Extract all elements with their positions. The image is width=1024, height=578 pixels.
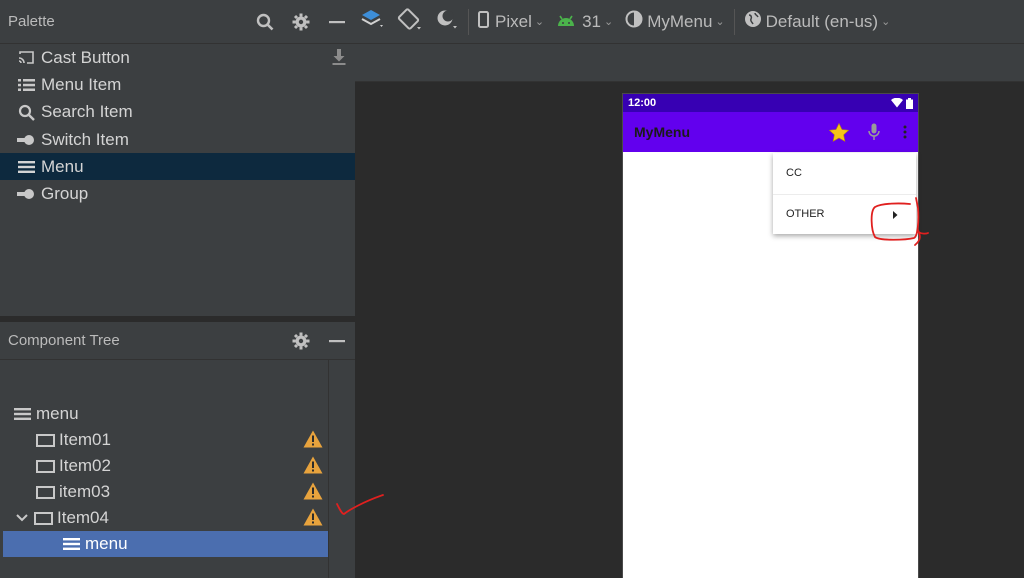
status-bar: 12:00 bbox=[623, 94, 918, 112]
palette-item-label: Search Item bbox=[41, 102, 133, 122]
phone-icon bbox=[478, 10, 489, 33]
toolbar-separator bbox=[733, 8, 735, 35]
locale-selector[interactable]: Default (en-us) ⌄ bbox=[738, 0, 897, 44]
orientation-button[interactable] bbox=[391, 0, 429, 44]
theme-label: MyMenu bbox=[647, 11, 713, 31]
rotate-icon bbox=[397, 7, 423, 36]
palette-item-cast-button[interactable]: Cast Button bbox=[0, 44, 355, 71]
search-icon bbox=[17, 103, 35, 121]
gear-icon[interactable] bbox=[283, 0, 319, 44]
theme-icon bbox=[625, 10, 643, 33]
app-title: MyMenu bbox=[634, 124, 690, 140]
chevron-down-icon: ⌄ bbox=[534, 16, 545, 28]
search-icon[interactable] bbox=[247, 0, 283, 44]
design-toolbar: Pixel ⌄ 31 ⌄ MyMenu ⌄ Default (en-us) ⌄ bbox=[355, 0, 1024, 44]
layers-icon bbox=[361, 8, 385, 35]
palette-item-group[interactable]: Group bbox=[0, 180, 355, 207]
overflow-menu-popup: CC OTHER bbox=[773, 153, 916, 234]
android-icon bbox=[556, 12, 576, 32]
item-icon bbox=[35, 482, 55, 502]
menu-icon bbox=[61, 534, 81, 554]
palette-item-label: Switch Item bbox=[41, 129, 129, 149]
menu-icon bbox=[17, 158, 35, 176]
component-tree-title: Component Tree bbox=[8, 332, 120, 349]
palette-item-label: Menu Item bbox=[41, 74, 122, 94]
night-mode-button[interactable] bbox=[429, 0, 465, 44]
device-selector[interactable]: Pixel ⌄ bbox=[472, 0, 550, 44]
palette-item-label: Menu bbox=[41, 156, 84, 176]
component-tree-panel: Component Tree menu Item01 Item02 item03… bbox=[0, 322, 355, 578]
warning-icon[interactable] bbox=[303, 430, 323, 450]
palette-list: Cast Button Menu Item Search Item Switch… bbox=[0, 44, 355, 208]
menu-item-cc[interactable]: CC bbox=[773, 153, 916, 194]
palette-item-search-item[interactable]: Search Item bbox=[0, 99, 355, 126]
list-icon bbox=[17, 76, 35, 94]
secondary-toolbar bbox=[355, 44, 1024, 82]
minimize-icon[interactable] bbox=[319, 322, 355, 360]
submenu-arrow-icon bbox=[890, 209, 900, 221]
warning-icon[interactable] bbox=[303, 456, 323, 476]
palette-header: Palette bbox=[0, 0, 355, 44]
tree-row-menu-submenu[interactable]: menu bbox=[3, 531, 328, 557]
battery-icon bbox=[906, 97, 913, 109]
cast-icon bbox=[17, 49, 35, 67]
tree-row-label: menu bbox=[85, 534, 128, 553]
status-time: 12:00 bbox=[628, 97, 657, 109]
item-icon bbox=[33, 508, 53, 528]
menu-item-label: OTHER bbox=[786, 208, 825, 221]
palette-item-switch-item[interactable]: Switch Item bbox=[0, 126, 355, 153]
item-icon bbox=[35, 430, 55, 450]
api-level-selector[interactable]: 31 ⌄ bbox=[550, 0, 619, 44]
tree-row-label: Item04 bbox=[57, 508, 109, 527]
palette-title: Palette bbox=[8, 13, 55, 30]
chevron-down-icon: ⌄ bbox=[715, 16, 725, 28]
globe-icon bbox=[744, 10, 762, 33]
palette-panel: Palette Cast Button Menu Item Search Ite… bbox=[0, 0, 355, 316]
tree-row-label: item03 bbox=[59, 482, 111, 501]
app-bar: MyMenu bbox=[623, 112, 918, 152]
menu-item-label: CC bbox=[786, 167, 802, 180]
palette-item-label: Group bbox=[41, 184, 89, 204]
device-label: Pixel bbox=[495, 11, 532, 31]
night-mode-icon bbox=[435, 8, 459, 35]
design-surface-button[interactable] bbox=[355, 0, 391, 44]
tree-row-label: menu bbox=[36, 404, 79, 423]
palette-item-menu-item[interactable]: Menu Item bbox=[0, 71, 355, 98]
locale-label: Default (en-us) bbox=[765, 11, 879, 31]
tree-row-item04[interactable]: Item04 bbox=[3, 505, 328, 531]
menu-item-other[interactable]: OTHER bbox=[773, 193, 916, 235]
warning-icon[interactable] bbox=[303, 508, 323, 528]
minimize-icon[interactable] bbox=[319, 0, 355, 44]
component-tree: menu Item01 Item02 item03 Item04 menu bbox=[0, 360, 355, 578]
chevron-down-icon: ⌄ bbox=[881, 16, 891, 28]
tree-row-label: Item01 bbox=[59, 430, 111, 449]
tree-row-item02[interactable]: Item02 bbox=[3, 453, 328, 479]
api-level-label: 31 bbox=[582, 11, 601, 31]
switch-icon bbox=[17, 185, 35, 203]
toolbar-separator bbox=[468, 8, 469, 35]
chevron-down-icon: ⌄ bbox=[604, 16, 614, 28]
tree-row-item03[interactable]: item03 bbox=[3, 479, 328, 505]
microphone-icon[interactable] bbox=[864, 122, 884, 142]
download-icon[interactable] bbox=[331, 48, 349, 66]
palette-item-menu[interactable]: Menu bbox=[0, 153, 355, 181]
menu-icon bbox=[12, 404, 32, 424]
warning-icon[interactable] bbox=[303, 482, 323, 502]
gear-icon[interactable] bbox=[283, 322, 319, 360]
tree-row-item01[interactable]: Item01 bbox=[3, 427, 328, 453]
switch-icon bbox=[17, 131, 35, 149]
overflow-menu-icon[interactable] bbox=[895, 122, 915, 142]
tree-row-label: Item02 bbox=[59, 456, 111, 475]
tree-gutter bbox=[328, 360, 355, 578]
star-icon[interactable] bbox=[829, 122, 849, 142]
theme-selector[interactable]: MyMenu ⌄ bbox=[619, 0, 730, 44]
tree-row-menu-root[interactable]: menu bbox=[3, 401, 328, 427]
item-icon bbox=[35, 456, 55, 476]
status-icons bbox=[891, 97, 913, 109]
wifi-icon bbox=[891, 98, 903, 108]
chevron-down-icon[interactable] bbox=[15, 511, 29, 525]
palette-item-label: Cast Button bbox=[41, 47, 130, 67]
component-tree-header: Component Tree bbox=[0, 322, 355, 360]
